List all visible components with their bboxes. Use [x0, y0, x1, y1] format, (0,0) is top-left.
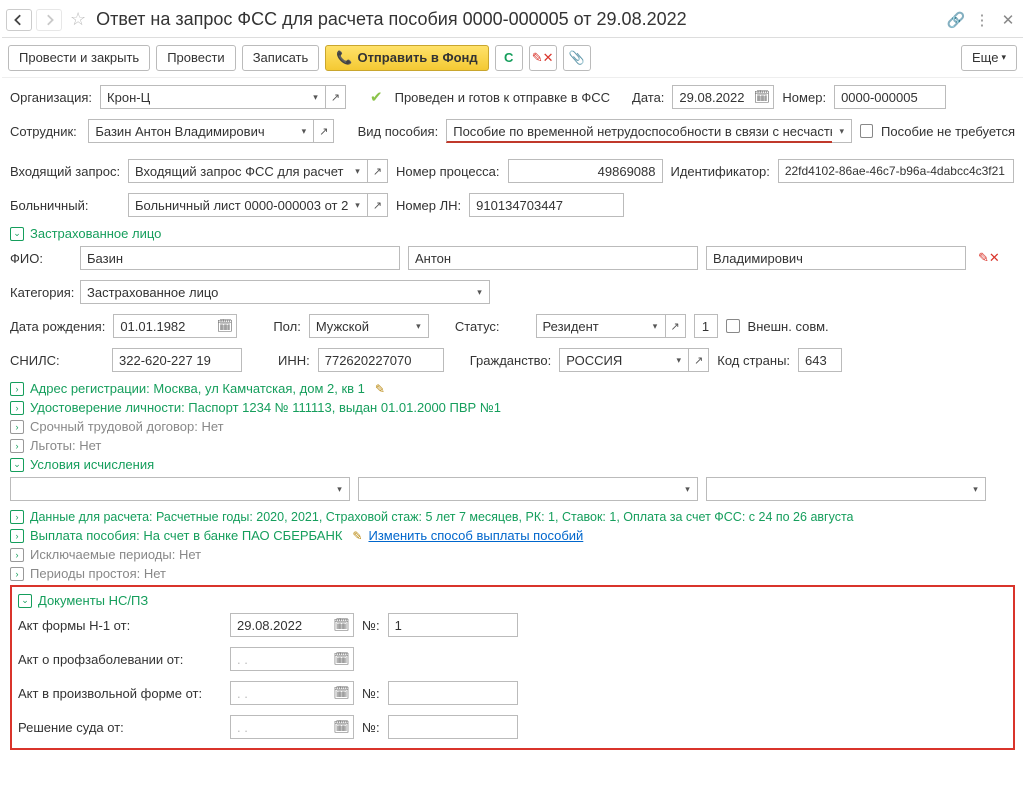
save-button[interactable]: Записать: [242, 45, 320, 71]
lgoty-toggle[interactable]: ›Льготы: Нет: [10, 438, 1015, 453]
inn-input[interactable]: 772620227070: [318, 348, 444, 372]
page-title: Ответ на запрос ФСС для расчета пособия …: [96, 9, 941, 30]
middlename-input[interactable]: Владимирович: [706, 246, 966, 270]
open-icon[interactable]: ↗: [326, 85, 346, 109]
snils-input[interactable]: 322-620-227 19: [112, 348, 242, 372]
status-n-input[interactable]: 1: [694, 314, 718, 338]
clear-icon[interactable]: ✎✕: [978, 250, 1000, 266]
status-ok-icon: ✔: [370, 88, 383, 106]
insured-section-toggle[interactable]: ⌄Застрахованное лицо: [10, 226, 1015, 241]
inn-label: ИНН:: [278, 353, 310, 368]
firstname-input[interactable]: Антон: [408, 246, 698, 270]
link-icon[interactable]: 🔗: [945, 9, 967, 31]
ln-label: Номер ЛН:: [396, 198, 461, 213]
court-num[interactable]: [388, 715, 518, 739]
excluded-toggle[interactable]: ›Исключаемые периоды: Нет: [10, 547, 1015, 562]
tool-button[interactable]: ✎✕: [529, 45, 557, 71]
employee-input[interactable]: Базин Антон Владимирович: [88, 119, 294, 143]
benefit-input[interactable]: Пособие по временной нетрудоспособности …: [446, 119, 832, 143]
benefit-label: Вид пособия:: [358, 124, 439, 139]
date-input[interactable]: 29.08.2022: [672, 85, 750, 109]
payment-toggle[interactable]: ›Выплата пособия: На счет в банке ПАО СБ…: [10, 528, 1015, 543]
incoming-label: Входящий запрос:: [10, 164, 120, 179]
process-input[interactable]: 49869088: [508, 159, 663, 183]
identity-toggle[interactable]: ›Удостоверение личности: Паспорт 1234 № …: [10, 400, 1015, 415]
calc-data-toggle[interactable]: ›Данные для расчета: Расчетные годы: 202…: [10, 510, 1015, 524]
citizenship-input[interactable]: РОССИЯ: [559, 348, 669, 372]
more-button[interactable]: Еще ▾: [961, 45, 1017, 71]
citizenship-label: Гражданство:: [470, 353, 552, 368]
attach-button[interactable]: 📎: [563, 45, 591, 71]
gender-label: Пол:: [273, 319, 301, 334]
lastname-input[interactable]: Базин: [80, 246, 400, 270]
ln-input[interactable]: 910134703447: [469, 193, 624, 217]
edit-payment-link[interactable]: Изменить способ выплаты пособий: [368, 528, 583, 543]
gender-input[interactable]: Мужской: [309, 314, 409, 338]
fio-label: ФИО:: [10, 251, 72, 266]
act-h1-label: Акт формы Н-1 от:: [18, 618, 222, 633]
status-input[interactable]: Резидент: [536, 314, 646, 338]
pencil-icon[interactable]: ✎: [375, 382, 385, 396]
favorite-icon[interactable]: ☆: [70, 9, 86, 30]
employee-label: Сотрудник:: [10, 124, 80, 139]
kebab-icon[interactable]: ⋮: [971, 9, 993, 31]
date-label: Дата:: [632, 90, 664, 105]
identifier-label: Идентификатор:: [671, 164, 770, 179]
external-label: Внешн. совм.: [748, 319, 829, 334]
act-h1-date[interactable]: 29.08.2022: [230, 613, 330, 637]
number-label: Номер:: [782, 90, 826, 105]
calendar-icon[interactable]: 🗓: [750, 85, 774, 109]
status-text: Проведен и готов к отправке в ФСС: [395, 90, 610, 105]
org-label: Организация:: [10, 90, 92, 105]
country-code-input[interactable]: 643: [798, 348, 842, 372]
process-label: Номер процесса:: [396, 164, 500, 179]
incoming-input[interactable]: Входящий запрос ФСС для расчет: [128, 159, 348, 183]
cond2-input[interactable]: [358, 477, 678, 501]
category-label: Категория:: [10, 285, 72, 300]
back-button[interactable]: [6, 9, 32, 31]
number-input[interactable]: 0000-000005: [834, 85, 946, 109]
docs-toggle[interactable]: ⌄Документы НС/ПЗ: [18, 593, 1007, 608]
birth-label: Дата рождения:: [10, 319, 105, 334]
cond3-input[interactable]: [706, 477, 966, 501]
act-h1-num[interactable]: 1: [388, 613, 518, 637]
country-code-label: Код страны:: [717, 353, 790, 368]
post-button[interactable]: Провести: [156, 45, 236, 71]
identifier-input[interactable]: 22fd4102-86ae-46c7-b96a-4dabcc4c3f21: [778, 159, 1014, 183]
pencil-icon[interactable]: ✎: [352, 529, 362, 543]
court-date[interactable]: . .: [230, 715, 330, 739]
sick-label: Больничный:: [10, 198, 120, 213]
court-label: Решение суда от:: [18, 720, 222, 735]
close-icon[interactable]: ✕: [997, 9, 1019, 31]
birth-input[interactable]: 01.01.1982: [113, 314, 213, 338]
urgent-toggle[interactable]: ›Срочный трудовой договор: Нет: [10, 419, 1015, 434]
refresh-button[interactable]: C: [495, 45, 523, 71]
forward-button[interactable]: [36, 9, 62, 31]
no-benefit-label: Пособие не требуется: [881, 124, 1015, 139]
cond1-input[interactable]: [10, 477, 330, 501]
category-input[interactable]: Застрахованное лицо: [80, 280, 470, 304]
drop-icon[interactable]: ▾: [306, 85, 326, 109]
address-toggle[interactable]: ›Адрес регистрации: Москва, ул Камчатска…: [10, 381, 1015, 396]
idle-toggle[interactable]: ›Периоды простоя: Нет: [10, 566, 1015, 581]
act-prof-label: Акт о профзаболевании от:: [18, 652, 222, 667]
external-checkbox[interactable]: [726, 319, 740, 333]
act-free-date[interactable]: . .: [230, 681, 330, 705]
act-free-label: Акт в произвольной форме от:: [18, 686, 222, 701]
status-label: Статус:: [455, 319, 500, 334]
snils-label: СНИЛС:: [10, 353, 104, 368]
no-benefit-checkbox[interactable]: [860, 124, 873, 138]
conditions-toggle[interactable]: ⌄Условия исчисления: [10, 457, 1015, 472]
act-free-num[interactable]: [388, 681, 518, 705]
send-to-fund-button[interactable]: 📞Отправить в Фонд: [325, 45, 488, 71]
act-prof-date[interactable]: . .: [230, 647, 330, 671]
org-input[interactable]: Крон-Ц: [100, 85, 306, 109]
sick-input[interactable]: Больничный лист 0000-000003 от 28: [128, 193, 348, 217]
post-and-close-button[interactable]: Провести и закрыть: [8, 45, 150, 71]
